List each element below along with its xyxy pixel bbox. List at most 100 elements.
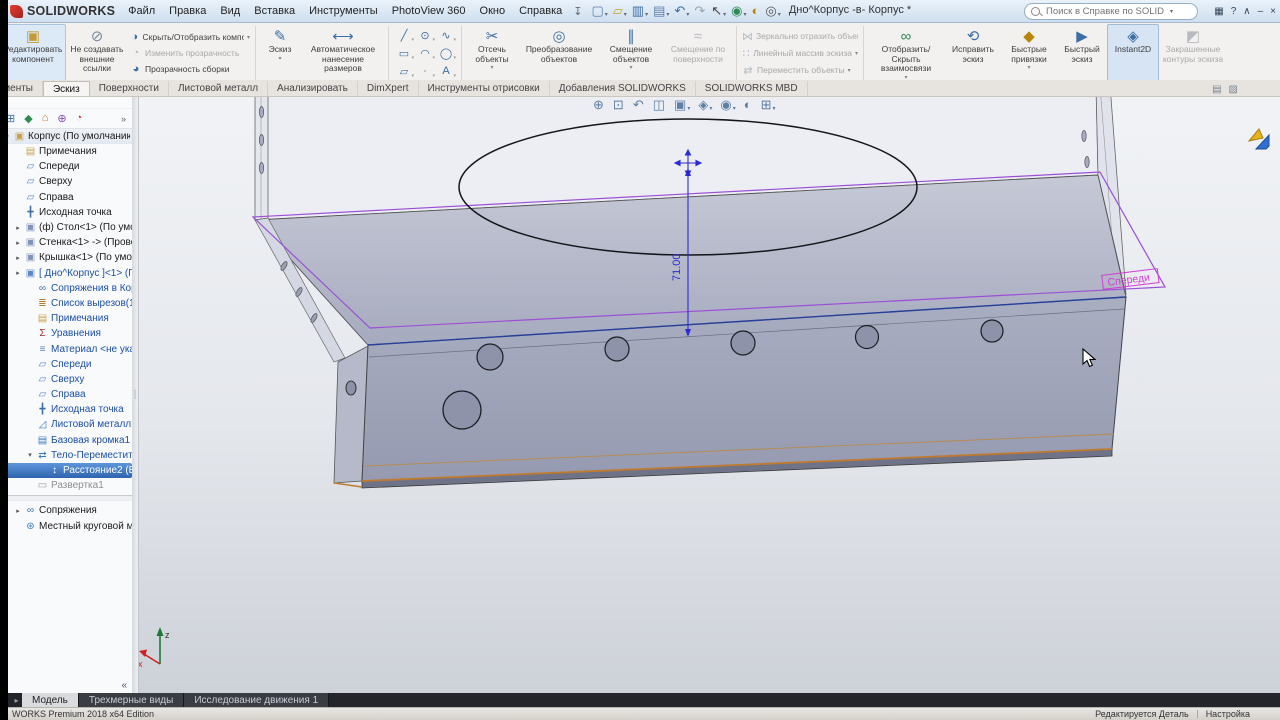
mirror-entities-button[interactable]: ⋈Зеркально отразить объекты [740, 29, 860, 44]
tree-pane-divider[interactable] [0, 495, 132, 502]
tab-scroll-right-icon[interactable]: ▸ [11, 693, 22, 708]
surface-offset-button[interactable]: ≈ Смещение по поверхности [663, 24, 733, 82]
ribbon-tab[interactable]: Анализировать [268, 81, 358, 96]
edit-appearance-icon[interactable]: ◐ [744, 98, 753, 112]
hide-show-items-icon[interactable]: ◉ ▾ [720, 98, 735, 113]
menu-item[interactable]: Вид [213, 2, 247, 20]
model-tab[interactable]: Трехмерные виды [78, 693, 185, 708]
repair-sketch-button[interactable]: ⟲ Исправить эскиз [945, 24, 1001, 82]
model-tab[interactable]: Исследование движения 1 [184, 693, 330, 708]
tree-item[interactable]: ≣ Список вырезов(1) [0, 296, 132, 311]
tree-item[interactable]: ▱ Спереди [0, 357, 132, 372]
sketch-tool-icon[interactable]: ◯ [436, 45, 456, 62]
panel-splitter[interactable]: ┊ [132, 96, 139, 693]
tree-item[interactable]: ▸ ▣ Крышка<1> (По умолчанию<... [0, 250, 132, 265]
3d-model[interactable]: Спереди 71.00 z x [138, 96, 1280, 693]
dimxpertmanager-tab-icon[interactable]: ⊕ [57, 112, 66, 125]
expand-arrow-icon[interactable]: ▾ [26, 451, 34, 459]
no-external-references-button[interactable]: ⊘ Не создавать внешние ссылки [66, 24, 128, 82]
expand-arrow-icon[interactable]: ▸ [14, 269, 22, 277]
ribbon-tab[interactable]: SOLIDWORKS MBD [696, 81, 808, 96]
propertymanager-tab-icon[interactable]: ◆ [24, 112, 32, 125]
ribbon-tab[interactable]: Эскиз [42, 81, 90, 96]
undo-icon[interactable]: ↶ ▾ [673, 4, 690, 19]
tree-item[interactable]: ▤ Примечания [0, 311, 132, 326]
menu-item[interactable]: Вставка [247, 2, 302, 20]
tree-item[interactable]: ◿ Листовой металл1 [0, 417, 132, 432]
displaymanager-tab-icon[interactable]: ◔ [76, 112, 83, 125]
expand-arrow-icon[interactable]: ▸ [14, 254, 22, 262]
zoom-area-icon[interactable]: ⊡ [613, 98, 625, 112]
tree-item[interactable]: ⊛ Местный круговой массив1 [0, 519, 132, 534]
menu-item[interactable]: Справка [512, 2, 569, 20]
shaded-sketch-contours-button[interactable]: ◩ Закрашенные контуры эскиза [1159, 24, 1227, 82]
tree-item[interactable]: ▾ ⇄ Тело-Переместить/Копиров... [0, 448, 132, 463]
print-icon[interactable]: ▤ ▾ [652, 4, 670, 19]
help-search-box[interactable]: ▾ [1024, 2, 1198, 20]
save-icon[interactable]: ▥ ▾ [631, 4, 649, 19]
move-entities-button[interactable]: ⇄ Переместить объекты ▾ [740, 63, 860, 78]
linear-sketch-pattern-button[interactable]: ∷ Линейный массив эскиза ▾ [740, 46, 860, 61]
tree-item[interactable]: ▸ ∞ Сопряжения [0, 503, 132, 518]
flange-hole[interactable] [604, 336, 630, 362]
pin-toolbar-icon[interactable]: ↧ [573, 5, 582, 18]
redo-icon[interactable]: ↷ [693, 4, 707, 18]
expand-arrow-icon[interactable]: ▸ [14, 507, 22, 515]
rebuild-icon[interactable]: ◉ ▾ [730, 4, 747, 19]
expand-arrow-icon[interactable]: ▸ [14, 224, 22, 232]
panel-display-icon[interactable]: ▤ [1212, 84, 1221, 95]
search-dropdown-icon[interactable]: ▾ [1170, 8, 1173, 15]
flange-hole[interactable] [730, 330, 756, 356]
convert-entities-button[interactable]: ◎ Преобразование объектов [519, 24, 599, 82]
configuration-label[interactable]: Настройка [1206, 709, 1250, 719]
hide-show-components-button[interactable]: ◑Скрыть/Отобразить компоненты▾ [128, 30, 252, 44]
sketch-tool-icon[interactable]: ▭ [394, 45, 414, 62]
viewport-corner-icon[interactable] [1246, 126, 1272, 157]
tree-item[interactable]: ▱ Сверху [0, 174, 132, 189]
side-hole[interactable] [345, 380, 357, 396]
model-tab[interactable]: Модель [22, 693, 79, 708]
apps-icon[interactable]: ▦ [1214, 6, 1223, 17]
offset-entities-button[interactable]: ∥ Смещение объектов ▾ [599, 24, 663, 82]
minimize-icon[interactable]: ‒ [1258, 6, 1264, 17]
sketch-tool-icon[interactable]: A [436, 63, 456, 80]
new-document-icon[interactable]: ▢ ▾ [590, 4, 608, 19]
tree-item[interactable]: ╋ Исходная точка [0, 205, 132, 220]
tree-root-assembly[interactable]: ▾ ▣ Корпус (По умолчанию<Состоян... [0, 129, 132, 144]
help-icon[interactable]: ? [1231, 6, 1237, 17]
ribbon-tab[interactable]: Поверхности [90, 81, 169, 96]
tree-item[interactable]: ↕ Расстояние2 (Базовая кр... [0, 462, 132, 479]
expand-arrow-icon[interactable]: ▸ [14, 239, 22, 247]
sketch-tool-icon[interactable]: ∙ [415, 63, 435, 80]
panel-collapse-icon[interactable]: « [121, 680, 127, 691]
search-input[interactable] [1044, 4, 1166, 18]
sketch-tool-icon[interactable]: ▱ [394, 63, 414, 80]
tree-item[interactable]: Σ Уравнения [0, 326, 132, 341]
display-style-icon[interactable]: ◈ ▾ [698, 98, 712, 113]
view-settings-icon[interactable]: ⊞ ▾ [761, 98, 776, 113]
select-icon[interactable]: ↖ ▾ [710, 4, 727, 19]
assembly-transparency-button[interactable]: ◕ Прозрачность сборки [128, 62, 252, 76]
sketch-button[interactable]: ✎ Эскиз ▾ [259, 24, 301, 82]
tree-item[interactable]: ╋ Исходная точка [0, 402, 132, 417]
ribbon-tab[interactable]: Добавления SOLIDWORKS [550, 81, 696, 96]
large-flange-hole[interactable] [442, 390, 482, 430]
rapid-sketch-button[interactable]: ▶ Быстрый эскиз [1057, 24, 1107, 82]
edit-component-button[interactable]: ▣ Редактировать компонент [0, 24, 66, 82]
previous-view-icon[interactable]: ↶ [633, 98, 645, 112]
sketch-tool-icon[interactable]: ╱ [394, 27, 414, 44]
flange-hole[interactable] [980, 319, 1004, 343]
tree-item[interactable]: ≡ Материал <не указан> [0, 341, 132, 356]
sketch-tool-icon[interactable]: ◠ [415, 45, 435, 62]
ribbon-tab[interactable]: DimXpert [358, 81, 419, 96]
menu-item[interactable]: Окно [473, 2, 513, 20]
instant2d-button[interactable]: ◈ Instant2D [1107, 24, 1159, 82]
collapse-icon[interactable]: ∧ [1243, 6, 1250, 17]
configurationmanager-tab-icon[interactable]: ⌂ [42, 112, 49, 125]
graphics-area[interactable]: ⊕ ⊡ ↶ ◫ ▣ ▾ ◈ ▾ ◉ ▾ ◐ ⊞ ▾ Спереди 71.00 … [138, 96, 1280, 693]
tree-item[interactable]: ▱ Справа [0, 387, 132, 402]
section-view-icon[interactable]: ◫ [653, 98, 666, 112]
menu-item[interactable]: PhotoView 360 [385, 2, 473, 20]
trim-entities-button[interactable]: ✂ Отсечь объекты ▾ [465, 24, 519, 82]
tree-item[interactable]: ▱ Сверху [0, 372, 132, 387]
